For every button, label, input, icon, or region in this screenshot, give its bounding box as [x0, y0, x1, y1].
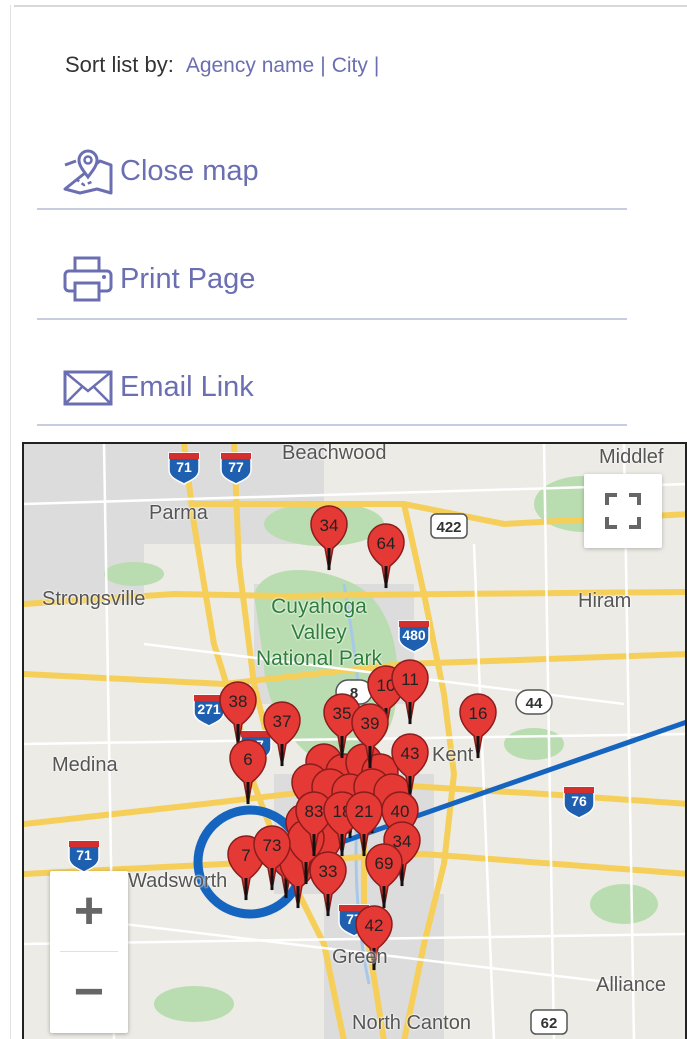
place-label-wadsworth: Wadsworth — [128, 870, 228, 892]
place-label-kent: Kent — [432, 744, 474, 766]
separator: | — [320, 54, 326, 77]
print-page-button[interactable]: Print Page — [62, 254, 255, 304]
close-map-button[interactable]: Close map — [62, 146, 259, 196]
email-link-label: Email Link — [120, 370, 254, 403]
map-view[interactable]: 71774224808442717776717762 3464101116383… — [22, 442, 687, 1039]
map-marker[interactable]: 38 — [219, 681, 257, 747]
svg-text:7: 7 — [241, 846, 250, 865]
map-marker[interactable]: 6 — [229, 739, 267, 805]
map-marker[interactable]: 33 — [309, 851, 347, 917]
place-label-green: Green — [332, 946, 388, 968]
svg-text:33: 33 — [319, 862, 338, 881]
printer-icon — [62, 255, 116, 303]
svg-text:6: 6 — [243, 750, 252, 769]
map-marker[interactable]: 34 — [310, 505, 348, 571]
map-marker[interactable]: 37 — [263, 701, 301, 767]
divider — [37, 424, 627, 426]
map-marker[interactable]: 69 — [365, 843, 403, 909]
zoom-controls: + − — [50, 871, 128, 1033]
sort-by-agency-name-link[interactable]: Agency name — [186, 54, 314, 78]
fullscreen-icon — [605, 493, 641, 529]
place-label-strongsville: Strongsville — [42, 588, 146, 610]
zoom-out-button[interactable]: − — [50, 952, 128, 1032]
map-pin-icon — [62, 147, 116, 195]
svg-text:64: 64 — [377, 534, 396, 553]
sort-label: Sort list by: — [65, 52, 174, 77]
place-label-north-canton: North Canton — [352, 1012, 471, 1034]
svg-text:42: 42 — [365, 916, 384, 935]
place-label-middlefield: Middlef — [599, 446, 664, 468]
svg-text:83: 83 — [305, 802, 324, 821]
left-border — [10, 5, 11, 1039]
svg-text:39: 39 — [361, 714, 380, 733]
svg-text:69: 69 — [375, 854, 394, 873]
svg-text:16: 16 — [469, 704, 488, 723]
place-label-alliance: Alliance — [596, 974, 667, 996]
place-label-hiram: Hiram — [578, 590, 632, 612]
place-label-beachwood: Beachwood — [282, 442, 387, 464]
close-map-label: Close map — [120, 154, 259, 187]
svg-text:34: 34 — [320, 516, 339, 535]
place-label-cuyahoga-valley: Cuyahoga Valley National Park — [255, 595, 383, 670]
divider — [37, 208, 627, 210]
email-link-button[interactable]: Email Link — [62, 362, 254, 412]
fullscreen-button[interactable] — [584, 474, 662, 548]
svg-text:11: 11 — [401, 670, 419, 689]
divider — [37, 318, 627, 320]
print-page-label: Print Page — [120, 262, 256, 295]
sort-by-city-link[interactable]: City — [332, 54, 368, 78]
envelope-icon — [62, 363, 116, 411]
svg-text:40: 40 — [391, 802, 410, 821]
svg-text:37: 37 — [273, 712, 292, 731]
top-border — [14, 5, 687, 7]
sort-bar: Sort list by: Agency name | City | — [65, 52, 385, 78]
map-marker[interactable]: 64 — [367, 523, 405, 589]
place-label-medina: Medina — [52, 754, 118, 776]
svg-text:35: 35 — [333, 704, 352, 723]
place-label-parma: Parma — [149, 502, 208, 524]
separator: | — [373, 54, 380, 77]
svg-text:73: 73 — [263, 836, 282, 855]
svg-text:43: 43 — [401, 744, 420, 763]
zoom-in-button[interactable]: + — [50, 871, 128, 951]
svg-text:38: 38 — [229, 692, 248, 711]
svg-text:21: 21 — [355, 802, 374, 821]
